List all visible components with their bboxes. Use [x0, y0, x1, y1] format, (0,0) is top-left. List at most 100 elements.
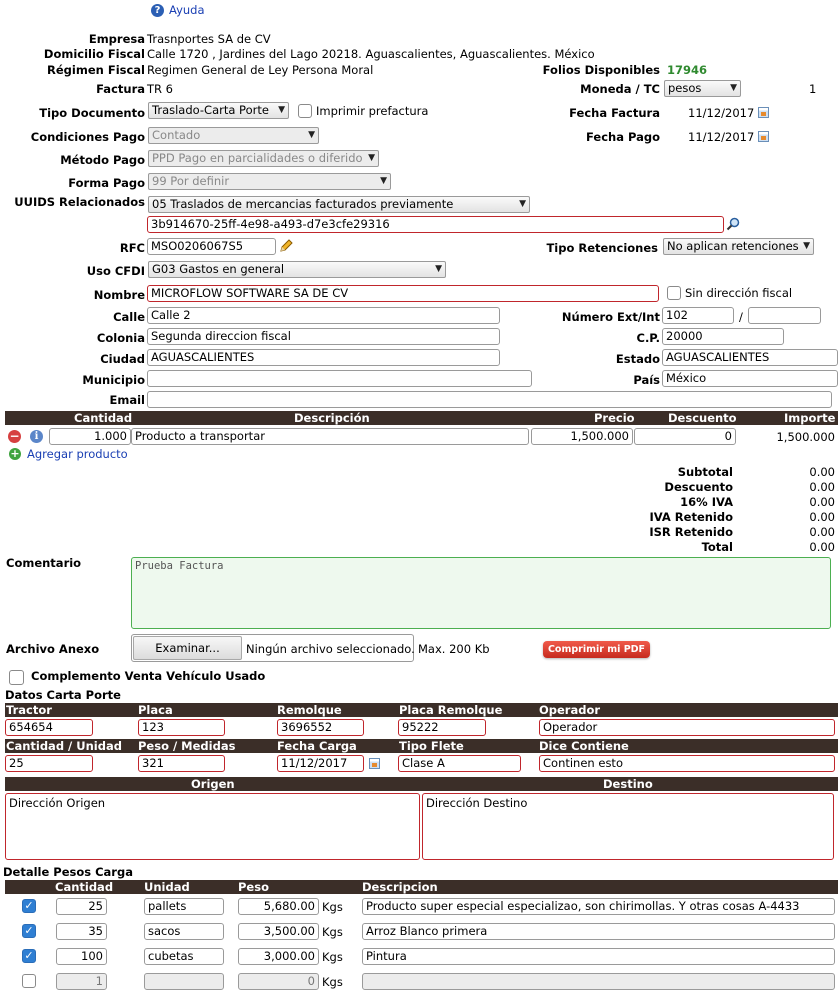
examinar-button[interactable]: Examinar... [133, 636, 242, 660]
municipio-label: Municipio [82, 373, 145, 387]
peso-row-cantidad[interactable]: 25 [56, 898, 107, 915]
peso-row-unidad[interactable]: sacos [144, 923, 224, 940]
factura-label: Factura [96, 82, 145, 96]
operador-input[interactable]: Operador [539, 719, 835, 736]
nombre-input[interactable]: MICROFLOW SOFTWARE SA DE CV [147, 285, 659, 302]
moneda-select[interactable]: pesos ▼ [664, 80, 741, 97]
peso-row-unit: Kgs [322, 975, 343, 989]
peso-row-peso[interactable]: 3,000.00 [238, 948, 319, 965]
comentario-textarea[interactable]: Prueba Factura [131, 557, 831, 629]
forma-select[interactable]: 99 Por definir ▼ [148, 173, 391, 190]
product-precio-input[interactable]: 1,500.000 [531, 428, 633, 445]
info-icon[interactable]: i [30, 430, 43, 443]
empresa-label: Empresa [88, 32, 145, 46]
fecha-pago-value: 11/12/2017 [688, 130, 755, 144]
peso-row-checkbox[interactable]: ✓ [22, 949, 36, 963]
placa-input[interactable]: 123 [138, 719, 225, 736]
isr-retenido-value: 0.00 [809, 525, 835, 539]
peso-row-cantidad[interactable]: 100 [56, 948, 107, 965]
peso-row-unit: Kgs [322, 925, 343, 939]
peso-row-unidad[interactable] [144, 973, 224, 990]
numero-label: Número Ext/Int [561, 310, 660, 324]
uuids-tipo-select[interactable]: 05 Traslados de mercancias facturados pr… [148, 196, 530, 213]
products-header: Cantidad Descripción Precio Descuento Im… [5, 411, 838, 425]
fecha-pago-calendar-icon[interactable] [758, 131, 769, 142]
tipo-doc-select[interactable]: Traslado-Carta Porte ▼ [148, 102, 289, 119]
peso-row-descripcion[interactable]: Pintura [362, 948, 835, 965]
fecha-factura-calendar-icon[interactable] [758, 107, 769, 118]
product-cantidad-input[interactable]: 1.000 [49, 428, 131, 445]
retenciones-select[interactable]: No aplican retenciones ▼ [663, 238, 814, 255]
uuid-input[interactable]: 3b914670-25ff-4e98-a493-d7e3cfe29316 [147, 216, 724, 233]
imprimir-prefactura-checkbox[interactable] [298, 104, 312, 118]
total-value: 0.00 [809, 540, 835, 554]
colonia-input[interactable]: Segunda direccion fiscal [147, 328, 500, 345]
fecha-carga-input[interactable]: 11/12/2017 [277, 755, 364, 772]
product-descripcion-input[interactable]: Producto a transportar [131, 428, 529, 445]
cp-input[interactable]: 20000 [662, 328, 784, 345]
municipio-input[interactable] [147, 370, 532, 387]
retenciones-label: Tipo Retenciones [546, 241, 658, 255]
col-precio: Precio [594, 411, 635, 425]
pais-input[interactable]: México [662, 370, 838, 387]
dice-contiene-input[interactable]: Continen esto [539, 755, 835, 772]
peso-row-peso[interactable]: 0 [238, 973, 319, 990]
add-product-link[interactable]: Agregar producto [27, 447, 128, 461]
pais-label: País [633, 373, 660, 387]
col-destino: Destino [603, 777, 653, 791]
iva-retenido-value: 0.00 [809, 510, 835, 524]
condiciones-select[interactable]: Contado ▼ [148, 127, 319, 144]
metodo-select[interactable]: PPD Pago en parcialidades o diferido ▼ [148, 150, 379, 167]
col-tipo-flete: Tipo Flete [399, 739, 464, 753]
uso-cfdi-select[interactable]: G03 Gastos en general ▼ [148, 261, 446, 278]
help-icon[interactable]: ? [151, 4, 164, 17]
peso-row-peso[interactable]: 3,500.00 [238, 923, 319, 940]
tractor-input[interactable]: 654654 [5, 719, 93, 736]
add-product-icon[interactable]: + [9, 448, 21, 460]
peso-row-unidad[interactable]: cubetas [144, 948, 224, 965]
comprimir-pdf-button[interactable]: Comprimir mi PDF [543, 641, 650, 658]
destino-textarea[interactable]: Dirección Destino [422, 793, 834, 860]
col-placa: Placa [138, 703, 173, 717]
email-input[interactable] [147, 391, 832, 408]
product-descuento-input[interactable]: 0 [634, 428, 736, 445]
peso-row-descripcion[interactable]: Arroz Blanco primera [362, 923, 835, 940]
file-picker[interactable]: Examinar... Ningún archivo seleccionado. [131, 634, 415, 662]
help-link[interactable]: Ayuda [169, 3, 205, 17]
sin-direccion-checkbox[interactable] [667, 286, 681, 300]
calle-input[interactable]: Calle 2 [147, 307, 500, 324]
origen-textarea[interactable]: Dirección Origen [5, 793, 420, 860]
num-int-input[interactable] [748, 307, 821, 324]
peso-medidas-input[interactable]: 321 [138, 755, 225, 772]
factura-value: TR 6 [147, 82, 173, 96]
cantidad-unidad-input[interactable]: 25 [5, 755, 93, 772]
placa-remolque-input[interactable]: 95222 [398, 719, 486, 736]
search-icon[interactable] [726, 217, 740, 231]
tipo-doc-label: Tipo Documento [39, 106, 145, 120]
ciudad-input[interactable]: AGUASCALIENTES [147, 349, 500, 366]
peso-row-cantidad[interactable]: 35 [56, 923, 107, 940]
remolque-input[interactable]: 3696552 [277, 719, 364, 736]
fecha-carga-calendar-icon[interactable] [369, 758, 380, 769]
peso-row-descripcion[interactable]: Producto super especial especializao, so… [362, 898, 835, 915]
peso-row-checkbox[interactable] [22, 974, 36, 988]
peso-row-peso[interactable]: 5,680.00 [238, 898, 319, 915]
pencil-icon[interactable] [278, 238, 294, 254]
origen-destino-header: Origen Destino [5, 777, 838, 791]
estado-input[interactable]: AGUASCALIENTES [662, 349, 838, 366]
complemento-vehiculo-checkbox[interactable] [9, 670, 24, 685]
peso-row-checkbox[interactable]: ✓ [22, 924, 36, 938]
col-dice-contiene: Dice Contiene [539, 739, 629, 753]
peso-row-unidad[interactable]: pallets [144, 898, 224, 915]
remove-product-icon[interactable]: − [8, 430, 21, 443]
col-placa-remolque: Placa Remolque [399, 703, 503, 717]
peso-row-cantidad[interactable]: 1 [56, 973, 107, 990]
rfc-input[interactable]: MSO0206067S5 [147, 238, 276, 255]
carta-porte-title: Datos Carta Porte [5, 688, 121, 702]
rfc-label: RFC [119, 241, 145, 255]
col-pesos-cantidad: Cantidad [55, 880, 114, 894]
peso-row-descripcion[interactable] [362, 973, 835, 990]
tipo-flete-input[interactable]: Clase A [398, 755, 521, 772]
peso-row-checkbox[interactable]: ✓ [22, 899, 36, 913]
num-ext-input[interactable]: 102 [662, 307, 734, 324]
